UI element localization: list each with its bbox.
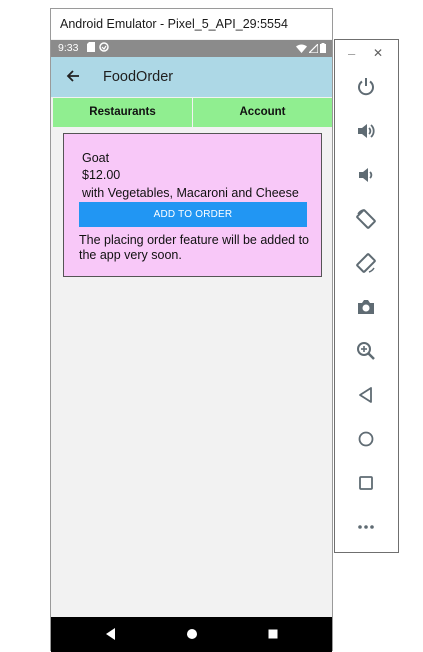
home-icon[interactable] — [355, 428, 377, 450]
nav-home-icon[interactable] — [184, 626, 200, 642]
volume-up-icon[interactable] — [355, 120, 377, 142]
signal-icon — [309, 43, 318, 53]
volume-down-icon[interactable] — [355, 164, 377, 186]
zoom-icon[interactable] — [355, 340, 377, 362]
emulator-window: Android Emulator - Pixel_5_API_29:5554 9… — [50, 8, 333, 652]
minimize-button[interactable]: – — [348, 46, 355, 61]
nav-back-icon[interactable] — [103, 626, 119, 642]
food-description: with Vegetables, Macaroni and Cheese — [82, 186, 299, 200]
page-title: FoodOrder — [103, 69, 174, 85]
power-icon[interactable] — [355, 76, 377, 98]
back-icon[interactable] — [355, 384, 377, 406]
close-button[interactable]: ✕ — [373, 46, 383, 60]
sync-icon — [99, 42, 109, 52]
status-time: 9:33 — [58, 42, 79, 54]
status-right-icons — [296, 43, 326, 53]
add-to-order-button[interactable]: ADD TO ORDER — [79, 202, 307, 227]
tab-restaurants[interactable]: Restaurants — [53, 98, 192, 127]
navigation-bar — [51, 617, 332, 652]
more-icon[interactable] — [355, 516, 377, 538]
feature-note: The placing order feature will be added … — [79, 233, 310, 262]
overview-icon[interactable] — [355, 472, 377, 494]
food-item-card: Goat $12.00 with Vegetables, Macaroni an… — [63, 133, 322, 277]
wifi-icon — [296, 44, 307, 53]
emulator-toolbar: – ✕ — [334, 39, 399, 553]
tab-account[interactable]: Account — [193, 98, 332, 127]
status-left-icons — [87, 42, 109, 52]
status-bar: 9:33 — [51, 40, 332, 57]
battery-icon — [320, 43, 326, 53]
rotate-right-icon[interactable] — [355, 252, 377, 274]
app-bar: FoodOrder — [51, 57, 332, 97]
sd-card-icon — [87, 42, 95, 52]
food-price: $12.00 — [82, 168, 121, 182]
window-title: Android Emulator - Pixel_5_API_29:5554 — [51, 9, 332, 39]
nav-overview-icon[interactable] — [265, 626, 281, 642]
camera-icon[interactable] — [355, 296, 377, 318]
food-name: Goat — [82, 151, 110, 165]
tab-bar: Restaurants Account — [53, 98, 332, 127]
arrow-back-icon[interactable] — [63, 66, 83, 86]
rotate-left-icon[interactable] — [355, 208, 377, 230]
